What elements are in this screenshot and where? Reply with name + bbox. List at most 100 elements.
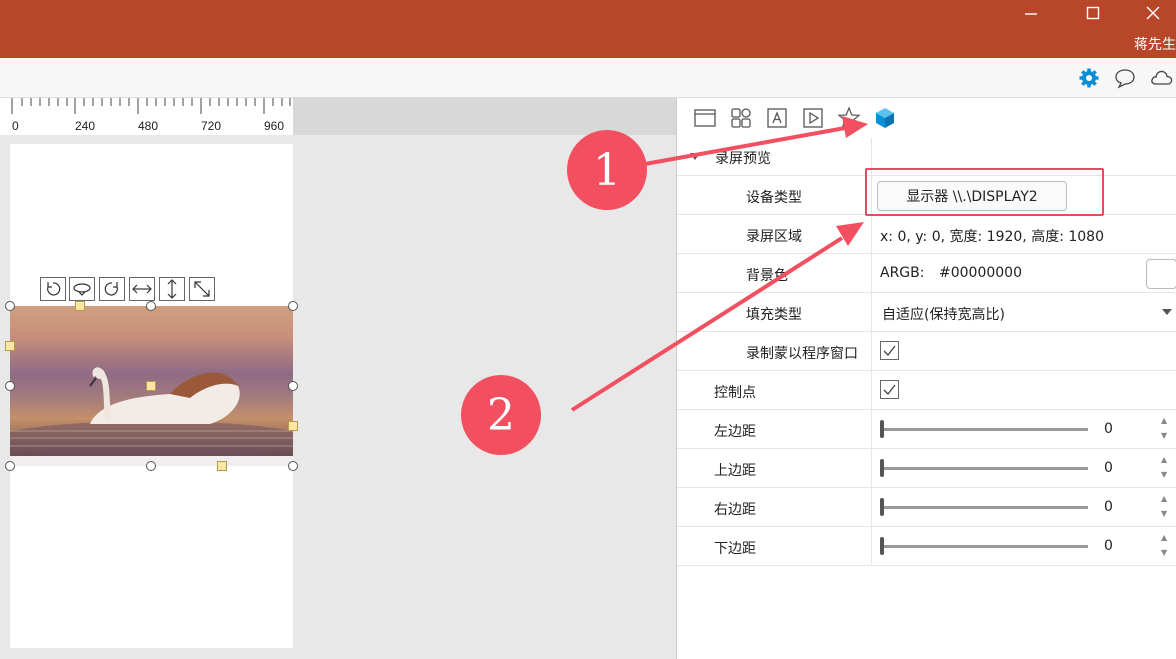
spin-up-icon[interactable]: ▲ [1161, 416, 1167, 425]
rotate-right-icon[interactable] [99, 277, 125, 301]
ruler-label: 720 [201, 119, 222, 133]
resize-handle[interactable] [146, 461, 156, 471]
fill-type-row: 填充类型 自适应(保持宽高比) [677, 293, 1176, 332]
spin-down-icon[interactable]: ▼ [1161, 470, 1167, 479]
star-icon[interactable] [837, 106, 861, 130]
ruler-label: 0 [12, 119, 19, 133]
horizontal-ruler: 0 240 480 720 960 [0, 98, 293, 135]
resize-handle[interactable] [288, 381, 298, 391]
window-icon[interactable] [693, 106, 717, 130]
resize-handle[interactable] [288, 461, 298, 471]
left-margin-value[interactable]: 0 [1104, 421, 1113, 437]
bottom-margin-row: 下边距 0 ▲ ▼ [677, 527, 1176, 566]
text-icon[interactable] [765, 106, 789, 130]
spin-up-icon[interactable]: ▲ [1161, 455, 1167, 464]
record-area-label: 录屏区域 [746, 229, 802, 245]
column-divider [871, 215, 872, 254]
rotate-left-icon[interactable] [40, 277, 66, 301]
left-margin-row: 左边距 0 ▲ ▼ [677, 410, 1176, 449]
cube-icon[interactable] [873, 106, 897, 130]
bottom-margin-slider[interactable] [880, 537, 884, 555]
check-icon [883, 384, 896, 395]
collapse-triangle-icon[interactable] [690, 153, 700, 161]
flip-vertical-icon[interactable] [69, 277, 95, 301]
record-area-value[interactable]: x: 0, y: 0, 宽度: 1920, 高度: 1080 [880, 226, 1104, 246]
gear-icon[interactable] [1078, 67, 1100, 89]
resize-handle[interactable] [5, 301, 15, 311]
spin-down-icon[interactable]: ▼ [1161, 548, 1167, 557]
check-icon [883, 345, 896, 356]
title-bar: 蒋先生 [0, 0, 1176, 58]
top-margin-slider[interactable] [880, 459, 884, 477]
spin-down-icon[interactable]: ▼ [1161, 509, 1167, 518]
ruler-ticks [11, 98, 291, 114]
slider-track[interactable] [882, 506, 1088, 509]
top-margin-row: 上边距 0 ▲ ▼ [677, 449, 1176, 488]
fill-type-label: 填充类型 [746, 307, 802, 323]
highlight-box [865, 168, 1104, 216]
right-margin-value[interactable]: 0 [1104, 499, 1113, 515]
resize-handle[interactable] [5, 461, 15, 471]
resize-handle[interactable] [288, 301, 298, 311]
slider-track[interactable] [882, 428, 1088, 431]
control-point[interactable] [5, 341, 15, 351]
resize-diagonal-icon[interactable] [189, 277, 215, 301]
control-point[interactable] [146, 381, 156, 391]
device-type-label: 设备类型 [746, 190, 802, 206]
control-points-label: 控制点 [714, 385, 756, 401]
record-area-row: 录屏区域 x: 0, y: 0, 宽度: 1920, 高度: 1080 [677, 215, 1176, 254]
column-divider [871, 254, 872, 293]
cloud-icon[interactable] [1150, 67, 1173, 89]
bottom-margin-label: 下边距 [714, 541, 756, 557]
fill-type-select[interactable]: 自适应(保持宽高比) [882, 304, 1005, 324]
background-value[interactable]: #00000000 [939, 265, 1022, 281]
column-divider [871, 527, 872, 566]
background-row: 背景色 ARGB: #00000000 [677, 254, 1176, 293]
flip-horizontal-icon[interactable] [129, 277, 155, 301]
column-divider [871, 293, 872, 332]
resize-vertical-icon[interactable] [159, 277, 185, 301]
left-margin-label: 左边距 [714, 424, 756, 440]
resize-handle[interactable] [5, 381, 15, 391]
section-title: 录屏预览 [715, 151, 771, 167]
right-margin-label: 右边距 [714, 502, 756, 518]
ruler-label: 960 [264, 119, 285, 133]
chevron-down-icon[interactable] [1162, 309, 1172, 316]
top-margin-label: 上边距 [714, 463, 756, 479]
control-point[interactable] [217, 461, 227, 471]
color-picker-button[interactable] [1146, 259, 1176, 289]
grid-icon[interactable] [729, 106, 753, 130]
control-point[interactable] [288, 421, 298, 431]
record-mask-label: 录制蒙以程序窗口 [746, 346, 858, 362]
comment-icon[interactable] [1114, 67, 1136, 89]
ruler-overflow [293, 98, 676, 135]
left-margin-slider[interactable] [880, 420, 884, 438]
right-margin-slider[interactable] [880, 498, 884, 516]
callout-1: 1 [567, 130, 647, 210]
resize-handle[interactable] [146, 301, 156, 311]
column-divider [871, 371, 872, 410]
close-icon[interactable] [1130, 0, 1176, 26]
top-margin-value[interactable]: 0 [1104, 460, 1113, 476]
ruler-label: 480 [138, 119, 159, 133]
spin-up-icon[interactable]: ▲ [1161, 533, 1167, 542]
play-icon[interactable] [801, 106, 825, 130]
maximize-icon[interactable] [1070, 0, 1116, 26]
minimize-icon[interactable] [1008, 0, 1054, 26]
control-point[interactable] [75, 301, 85, 311]
column-divider [871, 332, 872, 371]
argb-prefix: ARGB: [880, 265, 925, 281]
slider-track[interactable] [882, 467, 1088, 470]
slider-track[interactable] [882, 545, 1088, 548]
ruler-label: 240 [75, 119, 96, 133]
spin-up-icon[interactable]: ▲ [1161, 494, 1167, 503]
spin-down-icon[interactable]: ▼ [1161, 431, 1167, 440]
background-label: 背景色 [746, 268, 788, 284]
callout-2: 2 [461, 375, 541, 455]
bottom-margin-value[interactable]: 0 [1104, 538, 1113, 554]
right-margin-row: 右边距 0 ▲ ▼ [677, 488, 1176, 527]
control-points-row: 控制点 [677, 371, 1176, 410]
user-name[interactable]: 蒋先生 [1134, 34, 1176, 54]
control-points-checkbox[interactable] [880, 380, 899, 399]
record-mask-checkbox[interactable] [880, 341, 899, 360]
